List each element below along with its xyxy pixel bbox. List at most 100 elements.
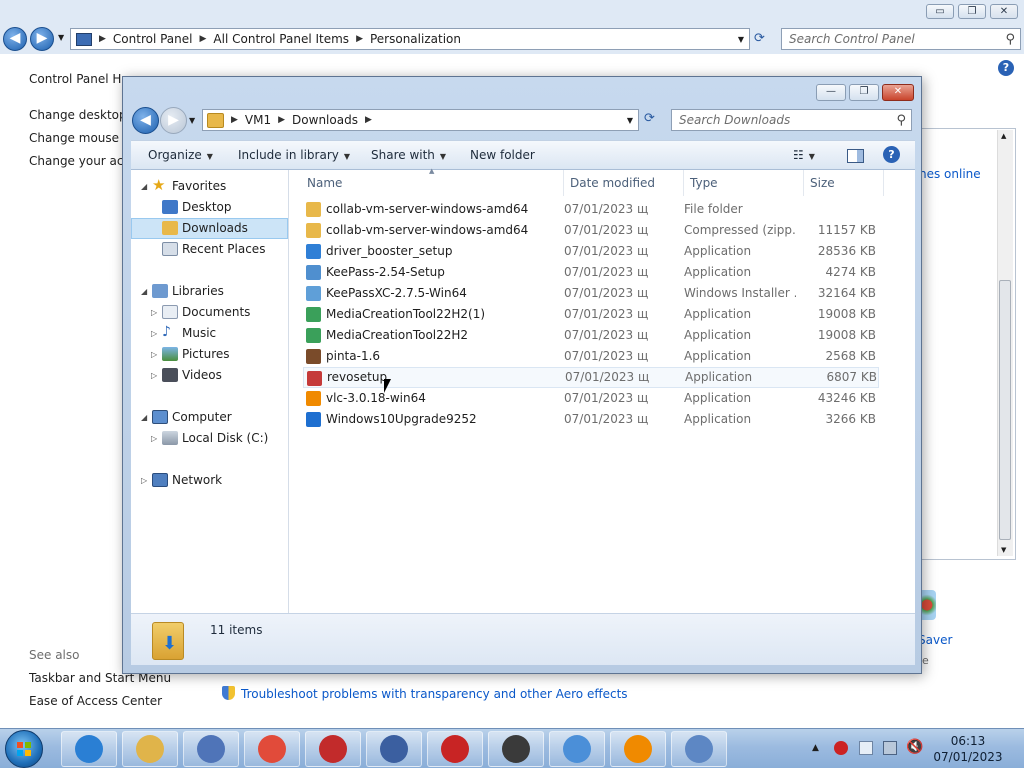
nav-music[interactable]: ▷ ♪ Music xyxy=(131,323,288,344)
nav-libraries[interactable]: ◢ Libraries xyxy=(131,281,288,302)
breadcrumb-personalization[interactable]: Personalization xyxy=(370,32,461,46)
explorer-close-button[interactable]: ✕ xyxy=(882,84,914,101)
control-panel-home-link[interactable]: Control Panel Ho xyxy=(29,72,129,86)
nav-recent-places[interactable]: Recent Places xyxy=(131,239,288,260)
ease-of-access-link[interactable]: Ease of Access Center xyxy=(29,694,162,708)
breadcrumb-vm1[interactable]: VM1 xyxy=(245,113,271,127)
explorer-help-icon[interactable]: ? xyxy=(883,146,900,163)
file-row[interactable]: KeePassXC-2.7.5-Win64 07/01/2023 щ Windows… xyxy=(303,283,879,304)
file-row[interactable]: Windows10Upgrade9252 07/01/2023 щ Applicat… xyxy=(303,409,879,430)
file-row[interactable]: KeePass-2.54-Setup 07/01/2023 щ Applicatio… xyxy=(303,262,879,283)
file-row[interactable]: pinta-1.6 07/01/2023 щ Application 2568 KB xyxy=(303,346,879,367)
collapse-arrow-icon[interactable]: ◢ xyxy=(141,176,147,197)
file-row[interactable]: collab-vm-server-windows-amd64 07/01/2023… xyxy=(303,220,879,241)
explorer-address-dropdown[interactable]: ▼ xyxy=(627,116,633,125)
address-bar[interactable]: ▶ Control Panel ▶ All Control Panel Item… xyxy=(70,28,750,50)
file-row[interactable]: MediaCreationTool22H2 07/01/2023 щ Applica… xyxy=(303,325,879,346)
computer-label: Computer xyxy=(172,410,232,424)
scrollbar-thumb[interactable] xyxy=(999,280,1011,540)
column-header-date-modified[interactable]: Date modified xyxy=(564,170,684,196)
explorer-forward-button[interactable]: ▶ xyxy=(160,107,187,134)
taskbar-button[interactable] xyxy=(122,731,178,767)
collapse-arrow-icon[interactable]: ◢ xyxy=(141,407,147,428)
view-list-icon: ☷ xyxy=(793,148,804,162)
explorer-minimize-button[interactable]: — xyxy=(816,84,846,101)
expand-arrow-icon[interactable]: ▷ xyxy=(151,365,157,386)
help-icon[interactable]: ? xyxy=(998,60,1014,76)
troubleshoot-aero-link[interactable]: Troubleshoot problems with transparency … xyxy=(222,686,628,701)
theme-list-scrollbar[interactable]: ▲ ▼ xyxy=(997,130,1013,556)
nav-documents[interactable]: ▷ Documents xyxy=(131,302,288,323)
nav-network[interactable]: ▷ Network xyxy=(131,470,288,491)
nav-desktop[interactable]: Desktop xyxy=(131,197,288,218)
file-row[interactable]: collab-vm-server-windows-amd64 07/01/2023… xyxy=(303,199,879,220)
search-control-panel-input[interactable]: Search Control Panel ⚲ xyxy=(781,28,1021,50)
column-header-name[interactable]: Name xyxy=(301,170,564,196)
forward-button[interactable]: ▶ xyxy=(30,27,54,51)
show-hidden-icons[interactable]: ▲ xyxy=(812,743,819,753)
breadcrumb-downloads[interactable]: Downloads xyxy=(292,113,358,127)
minimize-button[interactable]: ▭ xyxy=(926,4,954,19)
taskbar-button[interactable] xyxy=(549,731,605,767)
search-icon: ⚲ xyxy=(1005,32,1015,47)
driver-booster-tray-icon[interactable] xyxy=(834,741,848,755)
preview-pane-icon[interactable] xyxy=(847,149,864,163)
breadcrumb-control-panel[interactable]: Control Panel xyxy=(113,32,193,46)
taskbar-button[interactable] xyxy=(610,731,666,767)
expand-arrow-icon[interactable]: ▷ xyxy=(151,344,157,365)
taskbar-button[interactable] xyxy=(61,731,117,767)
organize-menu[interactable]: Organize ▼ xyxy=(148,148,213,162)
taskbar-button[interactable] xyxy=(305,731,361,767)
network-tray-icon[interactable] xyxy=(883,741,897,755)
taskbar-button[interactable] xyxy=(183,731,239,767)
explorer-maximize-button[interactable]: ❐ xyxy=(849,84,879,101)
nav-downloads[interactable]: Downloads xyxy=(131,218,288,239)
nav-local-disk[interactable]: ▷ Local Disk (C:) xyxy=(131,428,288,449)
nav-computer[interactable]: ◢ Computer xyxy=(131,407,288,428)
include-in-library-menu[interactable]: Include in library ▼ xyxy=(238,148,350,162)
explorer-address-bar[interactable]: ▶ VM1 ▶ Downloads ▶ ▼ xyxy=(202,109,639,131)
expand-arrow-icon[interactable]: ▷ xyxy=(151,428,157,449)
share-with-menu[interactable]: Share with ▼ xyxy=(371,148,446,162)
back-button[interactable]: ◀ xyxy=(3,27,27,51)
scroll-up-arrow[interactable]: ▲ xyxy=(1001,132,1006,140)
column-header-type[interactable]: Type xyxy=(684,170,804,196)
scroll-down-arrow[interactable]: ▼ xyxy=(1001,546,1006,554)
search-downloads-input[interactable]: Search Downloads ⚲ xyxy=(671,109,912,131)
new-folder-button[interactable]: New folder xyxy=(470,148,535,162)
taskbar-button[interactable] xyxy=(366,731,422,767)
action-center-icon[interactable] xyxy=(859,741,873,755)
refresh-icon[interactable]: ⟳ xyxy=(754,31,770,47)
address-dropdown[interactable]: ▼ xyxy=(738,35,744,44)
network-icon xyxy=(152,473,168,487)
start-button[interactable] xyxy=(5,730,43,768)
maximize-button[interactable]: ❐ xyxy=(958,4,986,19)
recent-pages-dropdown[interactable]: ▼ xyxy=(58,33,64,42)
volume-muted-icon[interactable]: 🔇 xyxy=(906,739,923,755)
nav-videos[interactable]: ▷ Videos xyxy=(131,365,288,386)
taskbar-button[interactable] xyxy=(671,731,727,767)
taskbar-button[interactable] xyxy=(427,731,483,767)
expand-arrow-icon[interactable]: ▷ xyxy=(141,470,147,491)
change-desktop-icons-link[interactable]: Change desktop i xyxy=(29,108,134,122)
explorer-recent-dropdown[interactable]: ▼ xyxy=(189,116,195,125)
nav-favorites[interactable]: ◢ ★ Favorites xyxy=(131,176,288,197)
collapse-arrow-icon[interactable]: ◢ xyxy=(141,281,147,302)
expand-arrow-icon[interactable]: ▷ xyxy=(151,323,157,344)
file-row[interactable]: driver_booster_setup 07/01/2023 щ Applicat… xyxy=(303,241,879,262)
get-more-themes-online-link[interactable]: nes online xyxy=(919,167,981,181)
column-header-size[interactable]: Size xyxy=(804,170,884,196)
clock[interactable]: 06:13 07/01/2023 xyxy=(928,733,1008,765)
file-row[interactable]: MediaCreationTool22H2(1) 07/01/2023 щ Appl… xyxy=(303,304,879,325)
close-button[interactable]: ✕ xyxy=(990,4,1018,19)
change-view-button[interactable]: ☷ ▼ xyxy=(793,148,815,162)
taskbar-button[interactable] xyxy=(488,731,544,767)
explorer-back-button[interactable]: ◀ xyxy=(132,107,159,134)
breadcrumb-all-items[interactable]: All Control Panel Items xyxy=(213,32,349,46)
explorer-refresh-icon[interactable]: ⟳ xyxy=(644,111,662,129)
pictures-icon xyxy=(162,347,178,361)
nav-pictures[interactable]: ▷ Pictures xyxy=(131,344,288,365)
expand-arrow-icon[interactable]: ▷ xyxy=(151,302,157,323)
taskbar-button[interactable] xyxy=(244,731,300,767)
screen-saver-link[interactable]: Saver xyxy=(918,633,952,647)
